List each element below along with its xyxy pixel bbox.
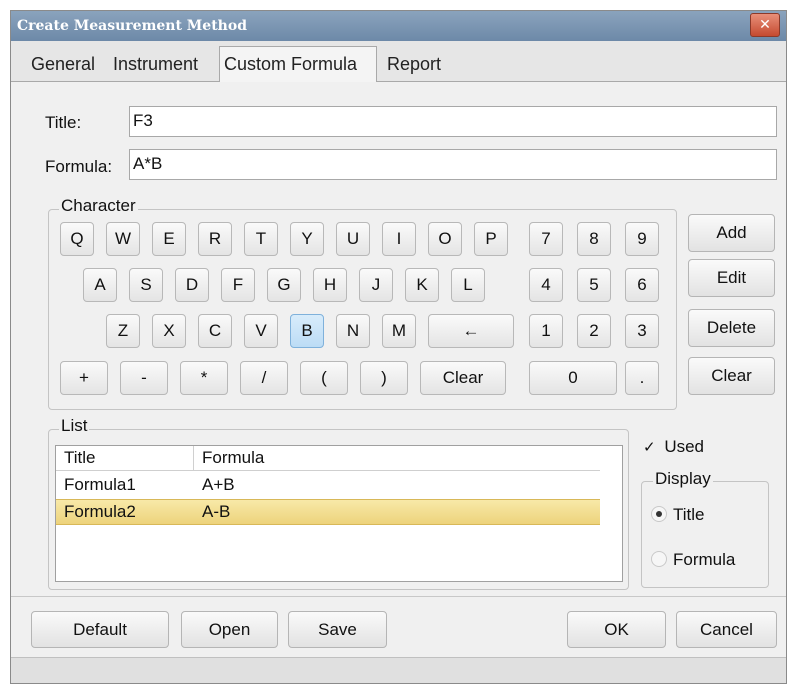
key-char[interactable]: F — [221, 268, 255, 302]
add-button[interactable]: Add — [688, 214, 775, 252]
key-char[interactable]: S — [129, 268, 163, 302]
title-label: Title: — [45, 113, 82, 132]
key-char[interactable]: Z — [106, 314, 140, 348]
key-char[interactable]: E — [152, 222, 186, 256]
key-char[interactable]: N — [336, 314, 370, 348]
tab-report[interactable]: Report — [383, 49, 445, 81]
character-group-label: Character — [59, 196, 138, 216]
title-input[interactable]: F3 — [129, 106, 777, 137]
key-decimal[interactable]: . — [625, 361, 659, 395]
key-char[interactable]: ( — [300, 361, 348, 395]
table-row[interactable]: Formula1 A+B — [56, 473, 600, 497]
column-header-title[interactable]: Title — [64, 446, 96, 470]
formula-label: Formula: — [45, 157, 113, 176]
key-char[interactable]: L — [451, 268, 485, 302]
key-char[interactable]: J — [359, 268, 393, 302]
key-char[interactable]: M — [382, 314, 416, 348]
key-digit[interactable]: 1 — [529, 314, 563, 348]
key-char[interactable]: - — [120, 361, 168, 395]
radio-unselected-icon — [651, 551, 667, 567]
key-char[interactable]: U — [336, 222, 370, 256]
divider — [11, 596, 786, 597]
radio-formula-label: Formula — [673, 550, 736, 569]
key-char[interactable]: + — [60, 361, 108, 395]
column-header-formula[interactable]: Formula — [202, 446, 264, 470]
radio-selected-icon — [651, 506, 667, 522]
key-char[interactable]: V — [244, 314, 278, 348]
key-backspace[interactable]: ← — [428, 314, 514, 348]
row-title: Formula2 — [64, 502, 136, 521]
key-digit[interactable]: 9 — [625, 222, 659, 256]
delete-button[interactable]: Delete — [688, 309, 775, 347]
key-char[interactable]: C — [198, 314, 232, 348]
row-formula: A+B — [202, 475, 235, 494]
key-char[interactable]: K — [405, 268, 439, 302]
key-char[interactable]: Q — [60, 222, 94, 256]
checkmark-icon: ✓ — [643, 438, 656, 456]
key-char[interactable]: R — [198, 222, 232, 256]
title-bar[interactable]: Create Measurement Method ✕ — [11, 11, 786, 41]
clear-button[interactable]: Clear — [688, 357, 775, 395]
radio-title-label: Title — [673, 505, 705, 524]
key-digit[interactable]: 8 — [577, 222, 611, 256]
display-group — [641, 481, 769, 588]
edit-button[interactable]: Edit — [688, 259, 775, 297]
cancel-button[interactable]: Cancel — [676, 611, 777, 648]
key-char[interactable]: X — [152, 314, 186, 348]
tab-bar: General Instrument Custom Formula Report — [11, 41, 786, 82]
window-title: Create Measurement Method — [17, 18, 247, 34]
key-digit[interactable]: 4 — [529, 268, 563, 302]
close-button[interactable]: ✕ — [750, 13, 780, 37]
tab-instrument[interactable]: Instrument — [109, 49, 202, 81]
ok-button[interactable]: OK — [567, 611, 666, 648]
formula-input[interactable]: A*B — [129, 149, 777, 180]
key-char[interactable]: H — [313, 268, 347, 302]
key-digit[interactable]: 2 — [577, 314, 611, 348]
display-formula-radio[interactable]: Formula — [651, 550, 735, 570]
save-button[interactable]: Save — [288, 611, 387, 648]
row-formula: A-B — [202, 502, 231, 521]
status-bar — [11, 657, 786, 683]
formula-list[interactable]: Title Formula Formula1 A+B Formula2 A-B — [55, 445, 623, 582]
key-char[interactable]: P — [474, 222, 508, 256]
key-clear[interactable]: Clear — [420, 361, 506, 395]
key-char[interactable]: O — [428, 222, 462, 256]
key-char[interactable]: W — [106, 222, 140, 256]
dialog-window: Create Measurement Method ✕ General Inst… — [10, 10, 787, 684]
used-checkbox[interactable]: ✓ Used — [643, 437, 704, 457]
key-char[interactable]: * — [180, 361, 228, 395]
display-group-label: Display — [653, 469, 713, 489]
table-row-selected[interactable]: Formula2 A-B — [56, 499, 600, 525]
key-char[interactable]: A — [83, 268, 117, 302]
key-char[interactable]: Y — [290, 222, 324, 256]
key-char[interactable]: B — [290, 314, 324, 348]
tab-general[interactable]: General — [27, 49, 99, 81]
list-group-label: List — [59, 416, 90, 436]
close-icon: ✕ — [759, 17, 771, 33]
used-label: Used — [664, 437, 704, 456]
key-char[interactable]: D — [175, 268, 209, 302]
key-digit[interactable]: 0 — [529, 361, 617, 395]
key-digit[interactable]: 3 — [625, 314, 659, 348]
key-char[interactable]: ) — [360, 361, 408, 395]
key-char[interactable]: / — [240, 361, 288, 395]
key-digit[interactable]: 6 — [625, 268, 659, 302]
column-divider — [193, 446, 194, 470]
key-char[interactable]: G — [267, 268, 301, 302]
key-digit[interactable]: 5 — [577, 268, 611, 302]
row-title: Formula1 — [64, 475, 136, 494]
display-title-radio[interactable]: Title — [651, 505, 705, 525]
default-button[interactable]: Default — [31, 611, 169, 648]
list-header: Title Formula — [56, 446, 600, 471]
open-button[interactable]: Open — [181, 611, 278, 648]
tab-custom-formula[interactable]: Custom Formula — [219, 46, 377, 82]
key-char[interactable]: I — [382, 222, 416, 256]
key-digit[interactable]: 7 — [529, 222, 563, 256]
key-char[interactable]: T — [244, 222, 278, 256]
